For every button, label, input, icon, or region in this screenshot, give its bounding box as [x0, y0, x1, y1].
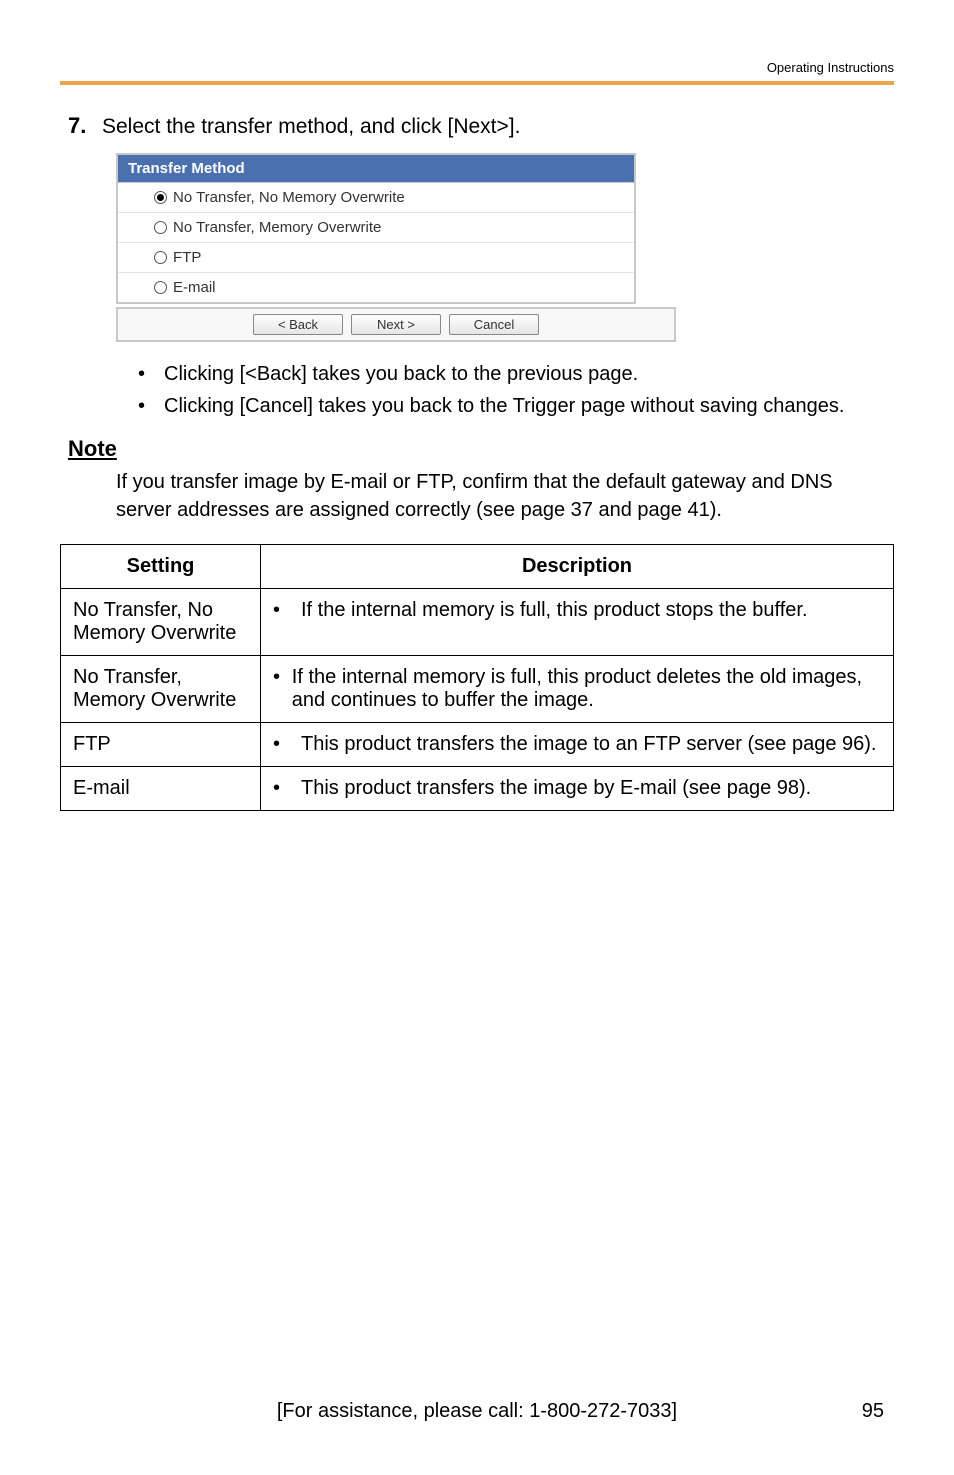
list-item: • Clicking [<Back] takes you back to the…	[138, 360, 894, 388]
step-text: Select the transfer method, and click [N…	[102, 115, 520, 139]
list-item: • Clicking [Cancel] takes you back to th…	[138, 392, 894, 420]
bullet-icon: •	[273, 777, 301, 800]
radio-option-no-transfer-overwrite[interactable]: No Transfer, Memory Overwrite	[118, 213, 634, 243]
bullet-icon: •	[138, 360, 164, 388]
note-heading: Note	[60, 436, 894, 462]
cell-setting: No Transfer, No Memory Overwrite	[61, 589, 261, 656]
radio-option-ftp[interactable]: FTP	[118, 243, 634, 273]
cell-desc-text: If the internal memory is full, this pro…	[301, 599, 808, 622]
table-row: E-mail • This product transfers the imag…	[61, 767, 894, 811]
radio-icon	[154, 251, 167, 264]
table-row: No Transfer, No Memory Overwrite • If th…	[61, 589, 894, 656]
radio-label: FTP	[173, 249, 201, 266]
table-row: FTP • This product transfers the image t…	[61, 723, 894, 767]
footer-page-number: 95	[824, 1400, 884, 1423]
radio-option-no-transfer-no-overwrite[interactable]: No Transfer, No Memory Overwrite	[118, 183, 634, 213]
transfer-method-title: Transfer Method	[118, 155, 634, 183]
wizard-button-bar: < Back Next > Cancel	[116, 307, 676, 342]
cell-desc-text: This product transfers the image by E-ma…	[301, 777, 811, 800]
radio-option-email[interactable]: E-mail	[118, 273, 634, 302]
cell-description: • If the internal memory is full, this p…	[261, 589, 894, 656]
transfer-method-panel: Transfer Method No Transfer, No Memory O…	[116, 153, 636, 304]
bullet-icon: •	[273, 599, 301, 622]
cell-desc-text: This product transfers the image to an F…	[301, 733, 876, 756]
header-section: Operating Instructions	[60, 60, 894, 81]
cell-setting: FTP	[61, 723, 261, 767]
back-button[interactable]: < Back	[253, 314, 343, 335]
cell-setting: E-mail	[61, 767, 261, 811]
bullet-icon: •	[138, 392, 164, 420]
bullet-icon: •	[273, 666, 292, 712]
bullet-text: Clicking [Cancel] takes you back to the …	[164, 392, 844, 420]
page-footer: [For assistance, please call: 1-800-272-…	[0, 1400, 954, 1423]
step-line: 7. Select the transfer method, and click…	[60, 113, 894, 139]
note-body: If you transfer image by E-mail or FTP, …	[60, 468, 894, 524]
cell-desc-text: If the internal memory is full, this pro…	[292, 666, 881, 712]
radio-icon	[154, 221, 167, 234]
info-bullets: • Clicking [<Back] takes you back to the…	[138, 360, 894, 420]
table-row: No Transfer, Memory Overwrite • If the i…	[61, 656, 894, 723]
cell-setting: No Transfer, Memory Overwrite	[61, 656, 261, 723]
next-button[interactable]: Next >	[351, 314, 441, 335]
bullet-icon: •	[273, 733, 301, 756]
radio-icon	[154, 281, 167, 294]
settings-table: Setting Description No Transfer, No Memo…	[60, 544, 894, 811]
cell-description: • This product transfers the image to an…	[261, 723, 894, 767]
cell-description: • If the internal memory is full, this p…	[261, 656, 894, 723]
radio-label: No Transfer, No Memory Overwrite	[173, 189, 405, 206]
footer-assist: [For assistance, please call: 1-800-272-…	[130, 1400, 824, 1423]
table-header-setting: Setting	[61, 545, 261, 589]
bullet-text: Clicking [<Back] takes you back to the p…	[164, 360, 638, 388]
header-rule	[60, 81, 894, 85]
table-header-description: Description	[261, 545, 894, 589]
cancel-button[interactable]: Cancel	[449, 314, 539, 335]
radio-icon	[154, 191, 167, 204]
radio-label: No Transfer, Memory Overwrite	[173, 219, 381, 236]
radio-label: E-mail	[173, 279, 216, 296]
step-number: 7.	[68, 113, 102, 139]
cell-description: • This product transfers the image by E-…	[261, 767, 894, 811]
